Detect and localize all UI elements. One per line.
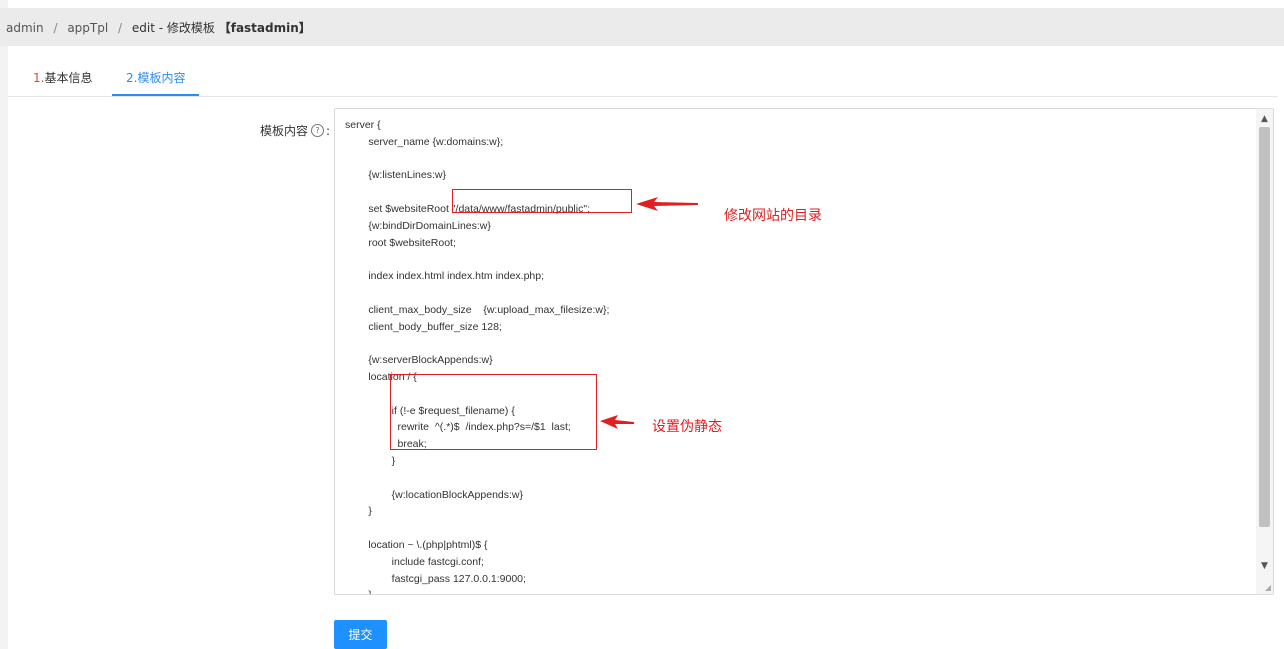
annotation-box-website-root xyxy=(452,189,632,213)
resize-handle-icon[interactable]: ◢ xyxy=(1265,584,1271,592)
annotation-text-website-root: 修改网站的目录 xyxy=(724,208,822,224)
breadcrumb-separator: / xyxy=(118,20,123,35)
content-label-text: 模板内容 xyxy=(259,124,308,138)
tab-label: 模板内容 xyxy=(137,71,186,85)
breadcrumb-bar: admin / appTpl / edit - 修改模板 【fastadmin】 xyxy=(0,8,1284,46)
template-content-textarea[interactable]: server { server_name {w:domains:w}; {w:l… xyxy=(334,108,1274,595)
breadcrumb-current-name: 【fastadmin】 xyxy=(218,20,311,35)
submit-button[interactable]: 提交 xyxy=(334,620,387,649)
form-tabs: 1.基本信息 2.模板内容 xyxy=(8,62,1278,97)
breadcrumb-item-apptpl[interactable]: appTpl xyxy=(67,21,108,35)
annotation-box-rewrite xyxy=(390,374,597,450)
breadcrumb: admin / appTpl / edit - 修改模板 【fastadmin】 xyxy=(0,19,311,36)
left-edge xyxy=(0,0,8,649)
breadcrumb-separator: / xyxy=(53,20,58,35)
vertical-scrollbar[interactable]: ▲ ▼ xyxy=(1256,109,1273,594)
breadcrumb-current: edit - 修改模板 【fastadmin】 xyxy=(132,21,311,35)
scroll-up-icon[interactable]: ▲ xyxy=(1256,111,1273,127)
tab-number: 2. xyxy=(126,71,138,85)
scroll-down-icon[interactable]: ▼ xyxy=(1256,558,1273,574)
tab-label: 基本信息 xyxy=(44,71,93,85)
arrow-left-icon xyxy=(600,415,634,429)
tab-basic-info[interactable]: 1.基本信息 xyxy=(33,62,92,96)
tab-template-content[interactable]: 2.模板内容 xyxy=(112,62,200,96)
arrow-left-icon xyxy=(636,197,698,211)
content-field-label: 模板内容?: xyxy=(230,122,330,139)
label-colon: : xyxy=(325,124,330,138)
scroll-thumb[interactable] xyxy=(1259,127,1270,527)
tab-number: 1. xyxy=(33,71,45,85)
breadcrumb-item-admin[interactable]: admin xyxy=(6,21,44,35)
breadcrumb-current-prefix: edit - 修改模板 xyxy=(131,20,215,35)
annotation-text-rewrite: 设置伪静态 xyxy=(652,419,722,435)
help-icon[interactable]: ? xyxy=(310,124,324,137)
